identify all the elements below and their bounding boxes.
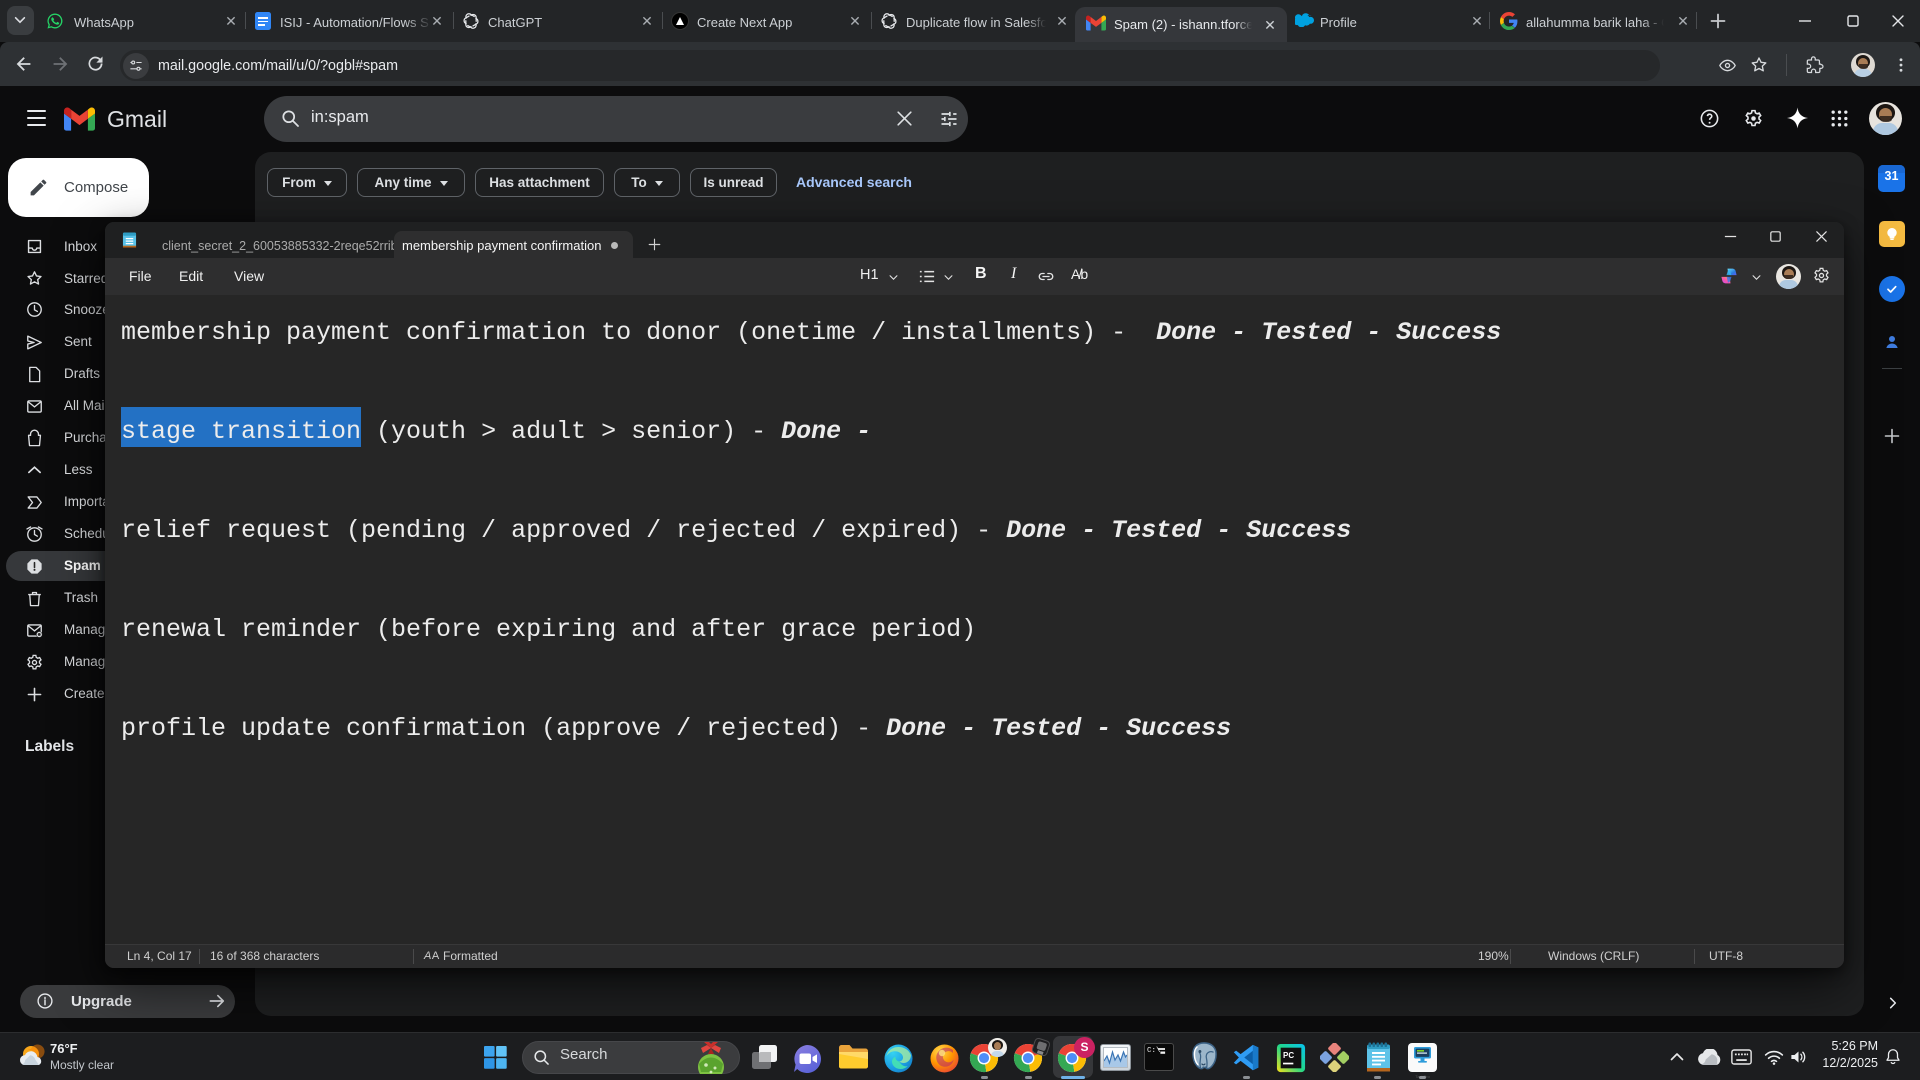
svg-text:PC: PC	[1283, 1051, 1294, 1060]
